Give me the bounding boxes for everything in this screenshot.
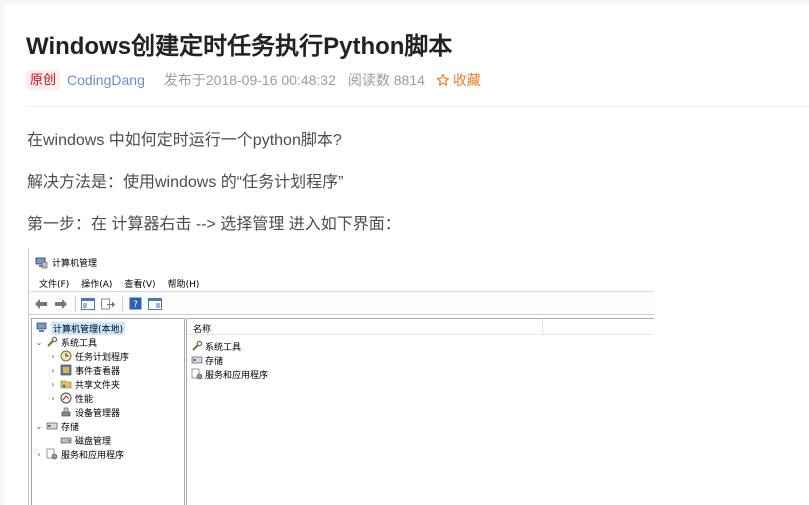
- tools-icon: [46, 336, 58, 348]
- author-link[interactable]: CodingDang: [67, 72, 145, 88]
- tree-item-services-apps[interactable]: › 服务和应用程序: [34, 447, 124, 461]
- arrow-left-icon: [35, 298, 47, 309]
- paragraph-solution: 解决方法是：使用windows 的“任务计划程序”: [27, 174, 344, 191]
- chevron-right-icon[interactable]: ›: [48, 394, 58, 403]
- chevron-right-icon[interactable]: ›: [34, 450, 44, 459]
- tree-item-task-scheduler[interactable]: › 任务计划程序: [48, 349, 129, 363]
- list-item-storage[interactable]: 存储: [191, 353, 223, 367]
- storage-icon: [191, 354, 203, 366]
- console-tree-icon: [81, 297, 95, 310]
- menu-file[interactable]: 文件(F): [39, 277, 69, 290]
- article-meta: 原创 CodingDang 发布于2018-09-16 00:48:32 阅读数…: [26, 69, 481, 91]
- chevron-right-icon[interactable]: ›: [48, 352, 58, 361]
- device-manager-icon: [60, 406, 72, 418]
- list-item-label: 存储: [205, 356, 224, 367]
- toolbar: ?: [29, 293, 654, 315]
- tree-item-shared-folders[interactable]: › 共享文件夹: [48, 377, 120, 391]
- menu-action[interactable]: 操作(A): [81, 277, 112, 290]
- menu-bar: 文件(F) 操作(A) 查看(V) 帮助(H): [29, 276, 654, 292]
- article-title: Windows创建定时任务执行Python脚本: [26, 33, 453, 60]
- toolbar-separator: [75, 295, 76, 312]
- column-label: 名称: [193, 325, 212, 335]
- menu-view[interactable]: 查看(V): [124, 277, 155, 290]
- tree-item-storage[interactable]: ⌄ 存储: [34, 419, 79, 433]
- tree-label: 存储: [61, 422, 80, 433]
- action-pane-button[interactable]: [147, 296, 163, 312]
- tree-label: 共享文件夹: [75, 380, 121, 391]
- performance-icon: [60, 392, 72, 404]
- export-button[interactable]: [100, 296, 116, 312]
- tree-label: 服务和应用程序: [61, 450, 125, 461]
- arrow-right-icon: [55, 298, 67, 309]
- column-separator[interactable]: [542, 319, 543, 335]
- paragraph-question: 在windows 中如何定时运行一个python脚本?: [27, 132, 342, 149]
- tree-label: 任务计划程序: [75, 352, 130, 363]
- window-titlebar: 计算机管理: [35, 254, 97, 270]
- favorite-button[interactable]: 收藏: [436, 70, 481, 90]
- article: Windows创建定时任务执行Python脚本 原创 CodingDang 发布…: [4, 4, 809, 505]
- storage-icon: [46, 420, 58, 432]
- back-button[interactable]: [33, 296, 49, 312]
- name-column-header[interactable]: 名称: [187, 319, 654, 335]
- clock-icon: [60, 350, 72, 362]
- forward-button[interactable]: [53, 296, 69, 312]
- help-icon: ?: [129, 297, 141, 310]
- paragraph-step-one: 第一步：在 计算器右击 --> 选择管理 进入如下界面：: [27, 216, 401, 233]
- tree-item-system-tools[interactable]: ⌄ 系统工具: [34, 335, 97, 349]
- list-item-label: 系统工具: [205, 342, 242, 353]
- tree-item-disk-management[interactable]: 磁盘管理: [58, 433, 111, 447]
- original-badge: 原创: [26, 70, 61, 90]
- list-item-label: 服务和应用程序: [205, 370, 269, 381]
- tools-icon: [191, 340, 203, 352]
- console-tree-pane: 计算机管理(本地) ⌄ 系统工具 › 任务计划程序 › 事件查看器 › 共享文件…: [31, 318, 185, 505]
- read-count: 阅读数 8814: [347, 72, 425, 88]
- show-tree-button[interactable]: [80, 296, 96, 312]
- window-title: 计算机管理: [52, 258, 98, 269]
- details-pane: 名称 系统工具 存储 服务和应用程序: [186, 318, 654, 505]
- favorite-label: 收藏: [452, 72, 481, 88]
- menu-help[interactable]: 帮助(H): [168, 277, 200, 290]
- star-icon: [436, 73, 450, 86]
- action-pane-icon: [148, 297, 162, 310]
- services-icon: [46, 448, 58, 460]
- tree-label: 系统工具: [61, 338, 98, 349]
- svg-text:?: ?: [133, 300, 138, 310]
- tree-label: 性能: [75, 394, 94, 405]
- toolbar-separator: [122, 295, 123, 312]
- shared-folder-icon: [60, 378, 72, 390]
- list-item-system-tools[interactable]: 系统工具: [191, 339, 241, 353]
- tree-item-device-manager[interactable]: 设备管理器: [58, 405, 120, 419]
- chevron-right-icon[interactable]: ›: [48, 366, 58, 375]
- tree-label: 事件查看器: [75, 366, 121, 377]
- chevron-down-icon[interactable]: ⌄: [34, 338, 44, 347]
- event-viewer-icon: [60, 364, 72, 376]
- tree-label: 磁盘管理: [75, 436, 112, 447]
- meta-divider: [26, 106, 809, 107]
- export-icon: [101, 298, 115, 309]
- publish-time: 发布于2018-09-16 00:48:32: [163, 72, 336, 88]
- tree-label: 设备管理器: [75, 408, 121, 419]
- help-button[interactable]: ?: [127, 296, 143, 312]
- tree-item-root[interactable]: 计算机管理(本地): [34, 321, 126, 335]
- disk-icon: [60, 434, 72, 446]
- computer-management-icon: [35, 257, 48, 268]
- tree-item-event-viewer[interactable]: › 事件查看器: [48, 363, 120, 377]
- list-item-services-apps[interactable]: 服务和应用程序: [191, 367, 268, 381]
- computer-icon: [36, 322, 48, 334]
- computer-management-screenshot: 计算机管理 文件(F) 操作(A) 查看(V) 帮助(H) ? 计算机管理(本地…: [28, 248, 654, 505]
- chevron-right-icon[interactable]: ›: [48, 380, 58, 389]
- services-icon: [191, 368, 203, 380]
- tree-label: 计算机管理(本地): [51, 321, 126, 335]
- chevron-down-icon[interactable]: ⌄: [34, 422, 44, 431]
- tree-item-performance[interactable]: › 性能: [48, 391, 93, 405]
